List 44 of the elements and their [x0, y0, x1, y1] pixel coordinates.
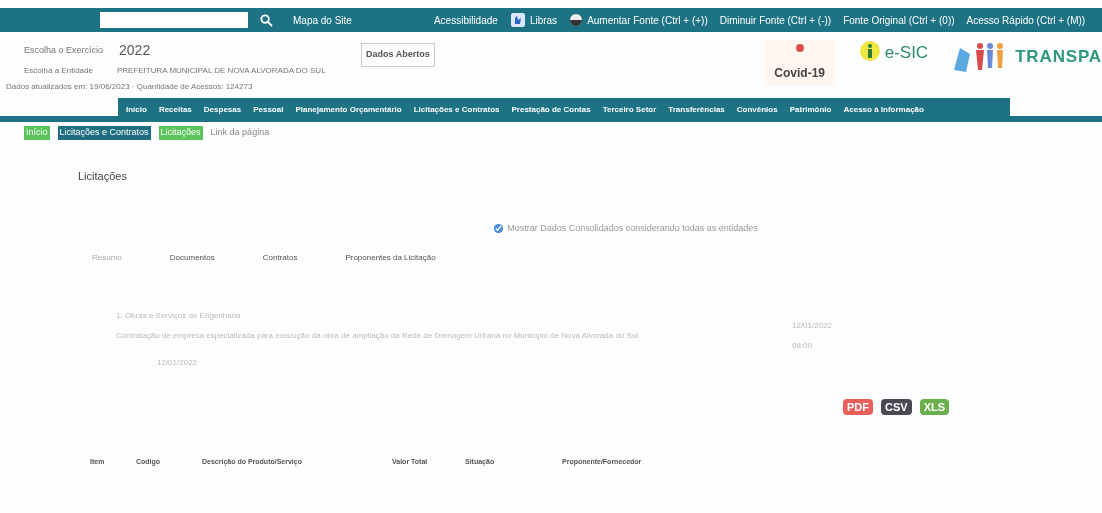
consolidated-label: Mostrar Dados Consolidados considerando todas as entidades — [507, 222, 758, 235]
entity-label: Escolha a Entidade — [24, 65, 93, 77]
update-info: Dados atualizados em: 19/06/2023 · Quantidade de Acessos: 124273 — [6, 81, 254, 93]
nav-item[interactable]: Licitações e Contratos — [413, 104, 500, 116]
site-map-link[interactable]: Mapa do Site — [293, 12, 352, 28]
nav-item[interactable]: Terceiro Setor — [602, 104, 657, 116]
entity-select[interactable]: PREFEITURA MUNICIPAL DE NOVA ALVORADA DO SUL — [116, 65, 326, 77]
date-text: 12/01/2022 — [157, 356, 199, 369]
accessibility-link[interactable]: Libras — [529, 12, 558, 28]
accessibility-link[interactable]: Fonte Original (Ctrl + (0)) — [843, 12, 955, 28]
accessibility-link[interactable]: Aumentar Fonte (Ctrl + (+)) — [587, 12, 708, 28]
covid-logo[interactable]: Covid-19 — [764, 40, 835, 86]
accessibility-link[interactable]: Diminuir Fonte (Ctrl + (-)) — [719, 12, 832, 28]
tab[interactable]: Proponentes da Licitação — [345, 251, 436, 264]
year-label: Escolha o Exercício — [24, 43, 104, 57]
nav-item[interactable]: Patrimônio — [789, 104, 832, 116]
search-field[interactable] — [100, 12, 248, 28]
accessibility-link[interactable]: Acesso Rápido (Ctrl + (M)) — [966, 12, 1086, 28]
contrast-icon — [569, 13, 584, 27]
page-link[interactable]: Link da página — [210, 126, 270, 140]
nav-item[interactable]: Despesas — [203, 104, 242, 116]
transparency-logo[interactable]: TRANSPA — [952, 40, 1102, 74]
export-button[interactable]: PDF — [843, 398, 873, 415]
nav-item[interactable]: Planejamento Orçamentário — [295, 104, 402, 116]
open-data-button[interactable]: Dados Abertos — [361, 43, 435, 67]
nav-item[interactable]: Pessoal — [253, 104, 284, 116]
nav-item[interactable]: Acesso à Informação — [843, 104, 924, 116]
tab[interactable]: Contratos — [262, 251, 298, 264]
page-title: Licitações — [78, 168, 128, 184]
breadcrumb-item[interactable]: Licitações e Contratos — [57, 126, 151, 140]
nav-item[interactable]: Receitas — [158, 104, 192, 116]
tab[interactable]: Documentos — [169, 251, 215, 264]
consolidated-checkbox[interactable] — [494, 224, 504, 234]
detail-value: 12/01/2022 — [792, 319, 833, 332]
nav-item[interactable]: Prestação de Contas — [511, 104, 591, 116]
nav-item[interactable]: Início — [126, 104, 147, 116]
accessibility-link[interactable]: Acessibilidade — [433, 12, 498, 28]
hand-icon — [509, 12, 526, 28]
nav-item[interactable]: Convênios — [736, 104, 778, 116]
esic-logo[interactable]: e-SIC — [858, 40, 929, 66]
export-button[interactable]: CSV — [881, 398, 912, 415]
nav-item[interactable]: Transferências — [668, 104, 725, 116]
search-icon[interactable] — [260, 13, 273, 27]
year-select[interactable]: 2022 — [119, 40, 151, 61]
